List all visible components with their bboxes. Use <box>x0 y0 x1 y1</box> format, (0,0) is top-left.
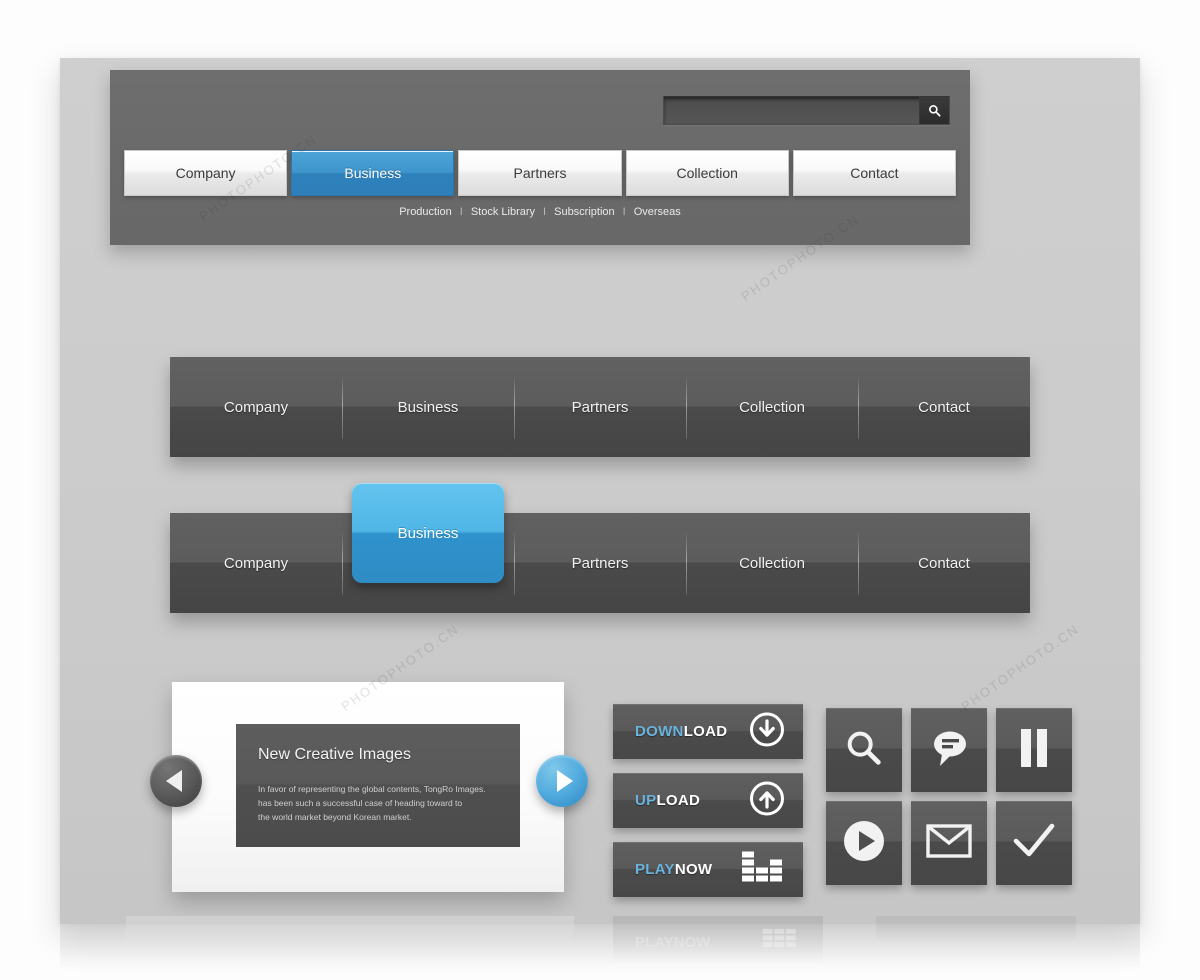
arrow-down-circle-icon <box>749 711 785 752</box>
search-input[interactable] <box>664 97 919 124</box>
slider-next-button[interactable] <box>536 755 588 807</box>
dark-nav-active-item-company[interactable]: Company <box>170 513 342 613</box>
play-now-reflection-label: PLAYNOW <box>635 934 710 951</box>
dark-nav-active-item-partners[interactable]: Partners <box>514 513 686 613</box>
slider-panel: New Creative Images In favor of represen… <box>172 682 564 892</box>
check-icon <box>1012 821 1056 866</box>
search-button[interactable] <box>919 97 949 124</box>
play-now-label-rest: NOW <box>674 861 713 878</box>
top-nav-tabs: Company Business Partners Collection Con… <box>124 150 957 196</box>
active-tab-highlight[interactable]: Business <box>352 483 504 583</box>
equalizer-icon <box>741 850 785 889</box>
header-bar: Company Business Partners Collection Con… <box>110 70 970 245</box>
upload-label-rest: LOAD <box>656 792 701 809</box>
dark-nav-item-collection[interactable]: Collection <box>686 357 858 457</box>
triangle-left-icon <box>166 770 182 792</box>
tab-company[interactable]: Company <box>124 150 288 196</box>
chat-bubble-icon <box>927 727 971 774</box>
play-icon-button[interactable] <box>826 801 902 885</box>
dark-nav-item-partners[interactable]: Partners <box>514 357 686 457</box>
download-label-rest: LOAD <box>683 723 728 740</box>
action-button-group: DOWNLOAD UPLOAD PLAYNOW <box>613 704 803 911</box>
dark-nav-bar: Company Business Partners Collection Con… <box>170 357 1030 457</box>
play-now-button[interactable]: PLAYNOW <box>613 842 803 897</box>
play-now-reflection-rest: NOW <box>673 933 711 951</box>
search-icon-button[interactable] <box>826 708 902 792</box>
dark-nav-active-item-collection[interactable]: Collection <box>686 513 858 613</box>
search-icon <box>928 104 941 117</box>
search-box[interactable] <box>663 96 950 125</box>
icon-button-grid <box>826 708 1072 885</box>
envelope-icon <box>926 823 972 863</box>
subnav-item-subscription[interactable]: Subscription <box>554 206 615 218</box>
play-now-label: PLAYNOW <box>635 861 712 878</box>
triangle-right-icon <box>556 770 573 792</box>
equalizer-icon <box>761 928 799 961</box>
slide-content: New Creative Images In favor of represen… <box>236 724 520 847</box>
download-label-accent: DOWN <box>635 723 684 740</box>
play-now-label-accent: PLAY <box>635 861 675 878</box>
ui-kit-canvas: Company Business Partners Collection Con… <box>0 0 1200 980</box>
search-icon <box>843 727 885 774</box>
tab-partners[interactable]: Partners <box>458 150 622 196</box>
upload-button[interactable]: UPLOAD <box>613 773 803 828</box>
board-reflection <box>60 924 1140 980</box>
play-circle-icon <box>842 819 886 868</box>
tab-business[interactable]: Business <box>291 150 455 196</box>
pause-icon <box>1017 727 1051 774</box>
arrow-up-circle-icon <box>749 780 785 821</box>
tab-collection[interactable]: Collection <box>625 150 789 196</box>
slide-title: New Creative Images <box>258 746 411 763</box>
mail-icon-button[interactable] <box>911 801 987 885</box>
chat-icon-button[interactable] <box>911 708 987 792</box>
dark-nav-item-contact[interactable]: Contact <box>858 357 1030 457</box>
subnav-separator: I <box>543 206 547 218</box>
subnav-item-production[interactable]: Production <box>399 206 452 218</box>
upload-label-accent: UP <box>635 792 657 809</box>
subnav-item-overseas[interactable]: Overseas <box>634 206 681 218</box>
check-icon-button[interactable] <box>996 801 1072 885</box>
pause-icon-button[interactable] <box>996 708 1072 792</box>
tab-contact[interactable]: Contact <box>792 150 957 196</box>
upload-label: UPLOAD <box>635 792 700 809</box>
subnav-separator: I <box>622 206 626 218</box>
dark-nav-active-item-contact[interactable]: Contact <box>858 513 1030 613</box>
slider-prev-button[interactable] <box>150 755 202 807</box>
download-label: DOWNLOAD <box>635 723 727 740</box>
dark-nav-item-company[interactable]: Company <box>170 357 342 457</box>
download-button[interactable]: DOWNLOAD <box>613 704 803 759</box>
play-now-reflection-accent: PLAY <box>635 933 674 951</box>
slide-body-text: In favor of representing the global cont… <box>258 784 486 822</box>
dark-nav-active-item-business[interactable]: Business <box>342 483 514 613</box>
sub-navigation: Production I Stock Library I Subscriptio… <box>110 206 970 218</box>
active-tab-label: Business <box>397 524 459 542</box>
dark-nav-item-business[interactable]: Business <box>342 357 514 457</box>
subnav-separator: I <box>459 206 463 218</box>
dark-nav-bar-active: Company Business Partners Collection Con… <box>170 483 1030 613</box>
subnav-item-stock-library[interactable]: Stock Library <box>471 206 535 218</box>
